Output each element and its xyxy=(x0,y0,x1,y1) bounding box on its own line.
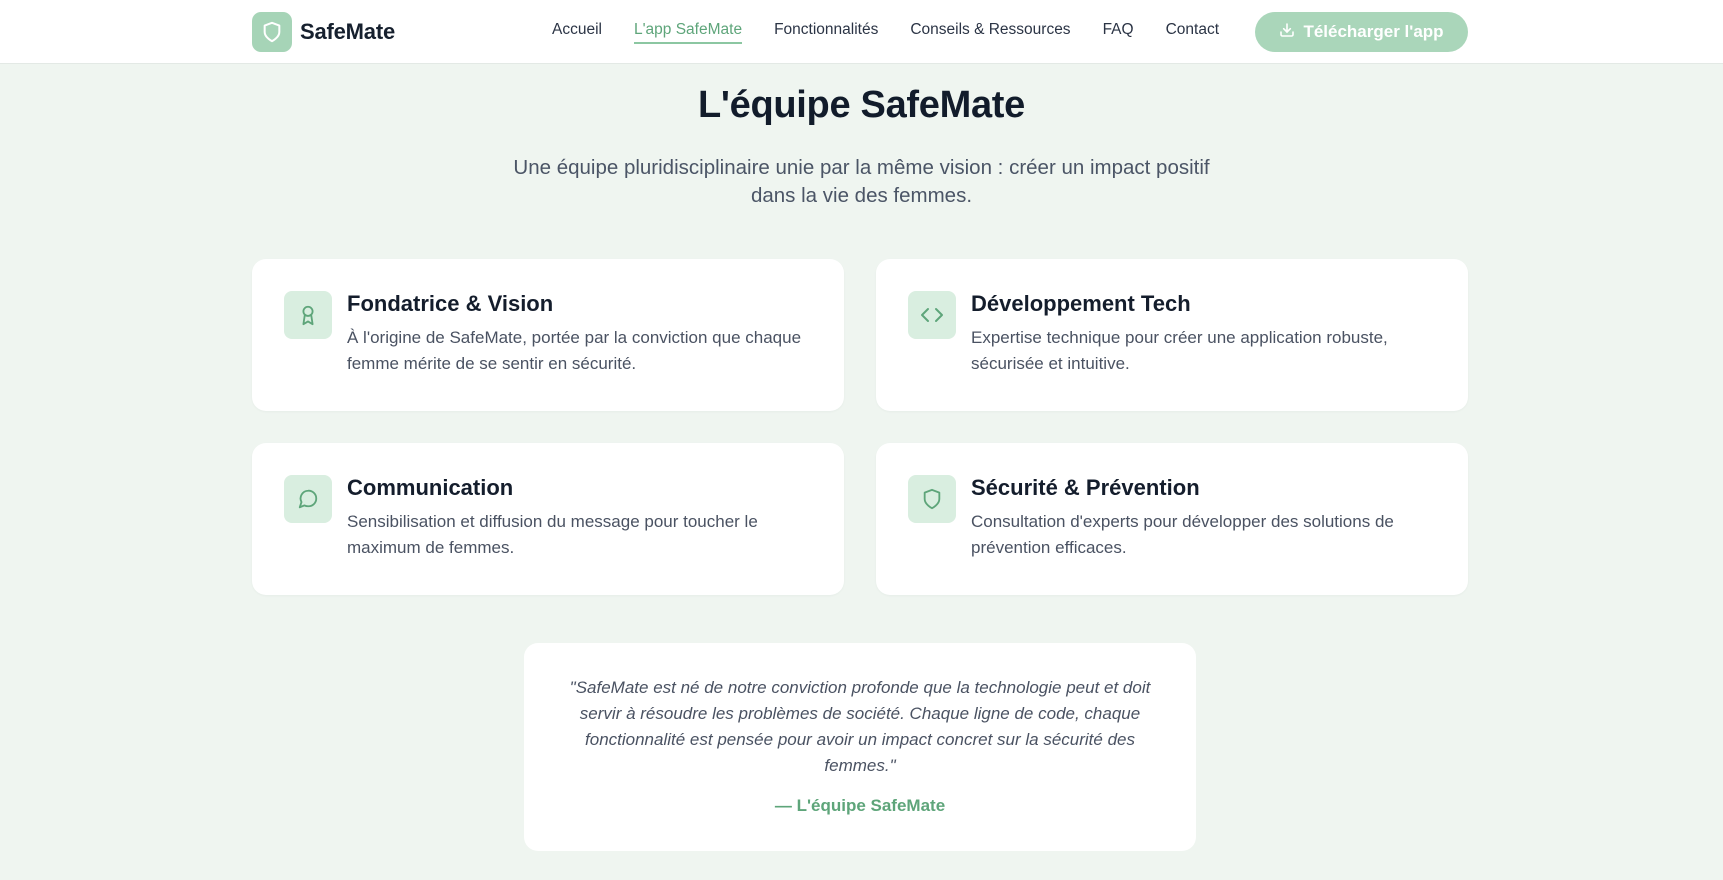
nav-item-faq[interactable]: FAQ xyxy=(1103,21,1134,44)
section-title: L'équipe SafeMate xyxy=(697,84,1025,126)
card-title: Fondatrice & Vision xyxy=(347,291,554,316)
main-nav: Accueil L'app SafeMate Fonctionnalités C… xyxy=(552,0,1219,64)
award-icon xyxy=(284,291,332,339)
team-card-securite: Sécurité & Prévention Consultation d'exp… xyxy=(876,443,1468,595)
card-title: Communication xyxy=(347,475,514,500)
card-description: Sensibilisation et diffusion du message … xyxy=(347,512,758,557)
card-description: À l'origine de SafeMate, portée par la c… xyxy=(347,328,802,373)
message-circle-icon xyxy=(284,475,332,523)
section-subtitle: Une équipe pluridisciplinaire unie par l… xyxy=(513,156,1210,207)
quote-author: — L'équipe SafeMate xyxy=(774,796,946,815)
quote-card: "SafeMate est né de notre conviction pro… xyxy=(524,643,1196,851)
team-card-fondatrice: Fondatrice & Vision À l'origine de SafeM… xyxy=(252,259,844,411)
nav-item-accueil[interactable]: Accueil xyxy=(552,21,602,44)
shield-icon xyxy=(908,475,956,523)
team-card-developpement: Développement Tech Expertise technique p… xyxy=(876,259,1468,411)
quote-text: "SafeMate est né de notre conviction pro… xyxy=(569,678,1151,775)
navbar: SafeMate Accueil L'app SafeMate Fonction… xyxy=(0,0,1723,64)
card-description: Consultation d'experts pour développer d… xyxy=(971,512,1394,557)
nav-item-app-safemate[interactable]: L'app SafeMate xyxy=(633,21,743,44)
card-title: Développement Tech xyxy=(971,291,1191,316)
download-app-button[interactable]: Télécharger l'app xyxy=(1255,12,1468,52)
brand-logo-link[interactable]: SafeMate xyxy=(252,12,395,52)
card-description: Expertise technique pour créer une appli… xyxy=(971,328,1388,373)
download-icon xyxy=(1279,22,1295,43)
nav-item-fonctionnalites[interactable]: Fonctionnalités xyxy=(774,21,878,44)
brand-name: SafeMate xyxy=(300,19,395,44)
code-icon xyxy=(908,291,956,339)
shield-icon xyxy=(252,12,292,52)
nav-item-contact[interactable]: Contact xyxy=(1166,21,1219,44)
team-card-communication: Communication Sensibilisation et diffusi… xyxy=(252,443,844,595)
download-app-label: Télécharger l'app xyxy=(1303,22,1444,41)
card-title: Sécurité & Prévention xyxy=(971,475,1200,500)
nav-item-conseils-ressources[interactable]: Conseils & Ressources xyxy=(910,21,1070,44)
